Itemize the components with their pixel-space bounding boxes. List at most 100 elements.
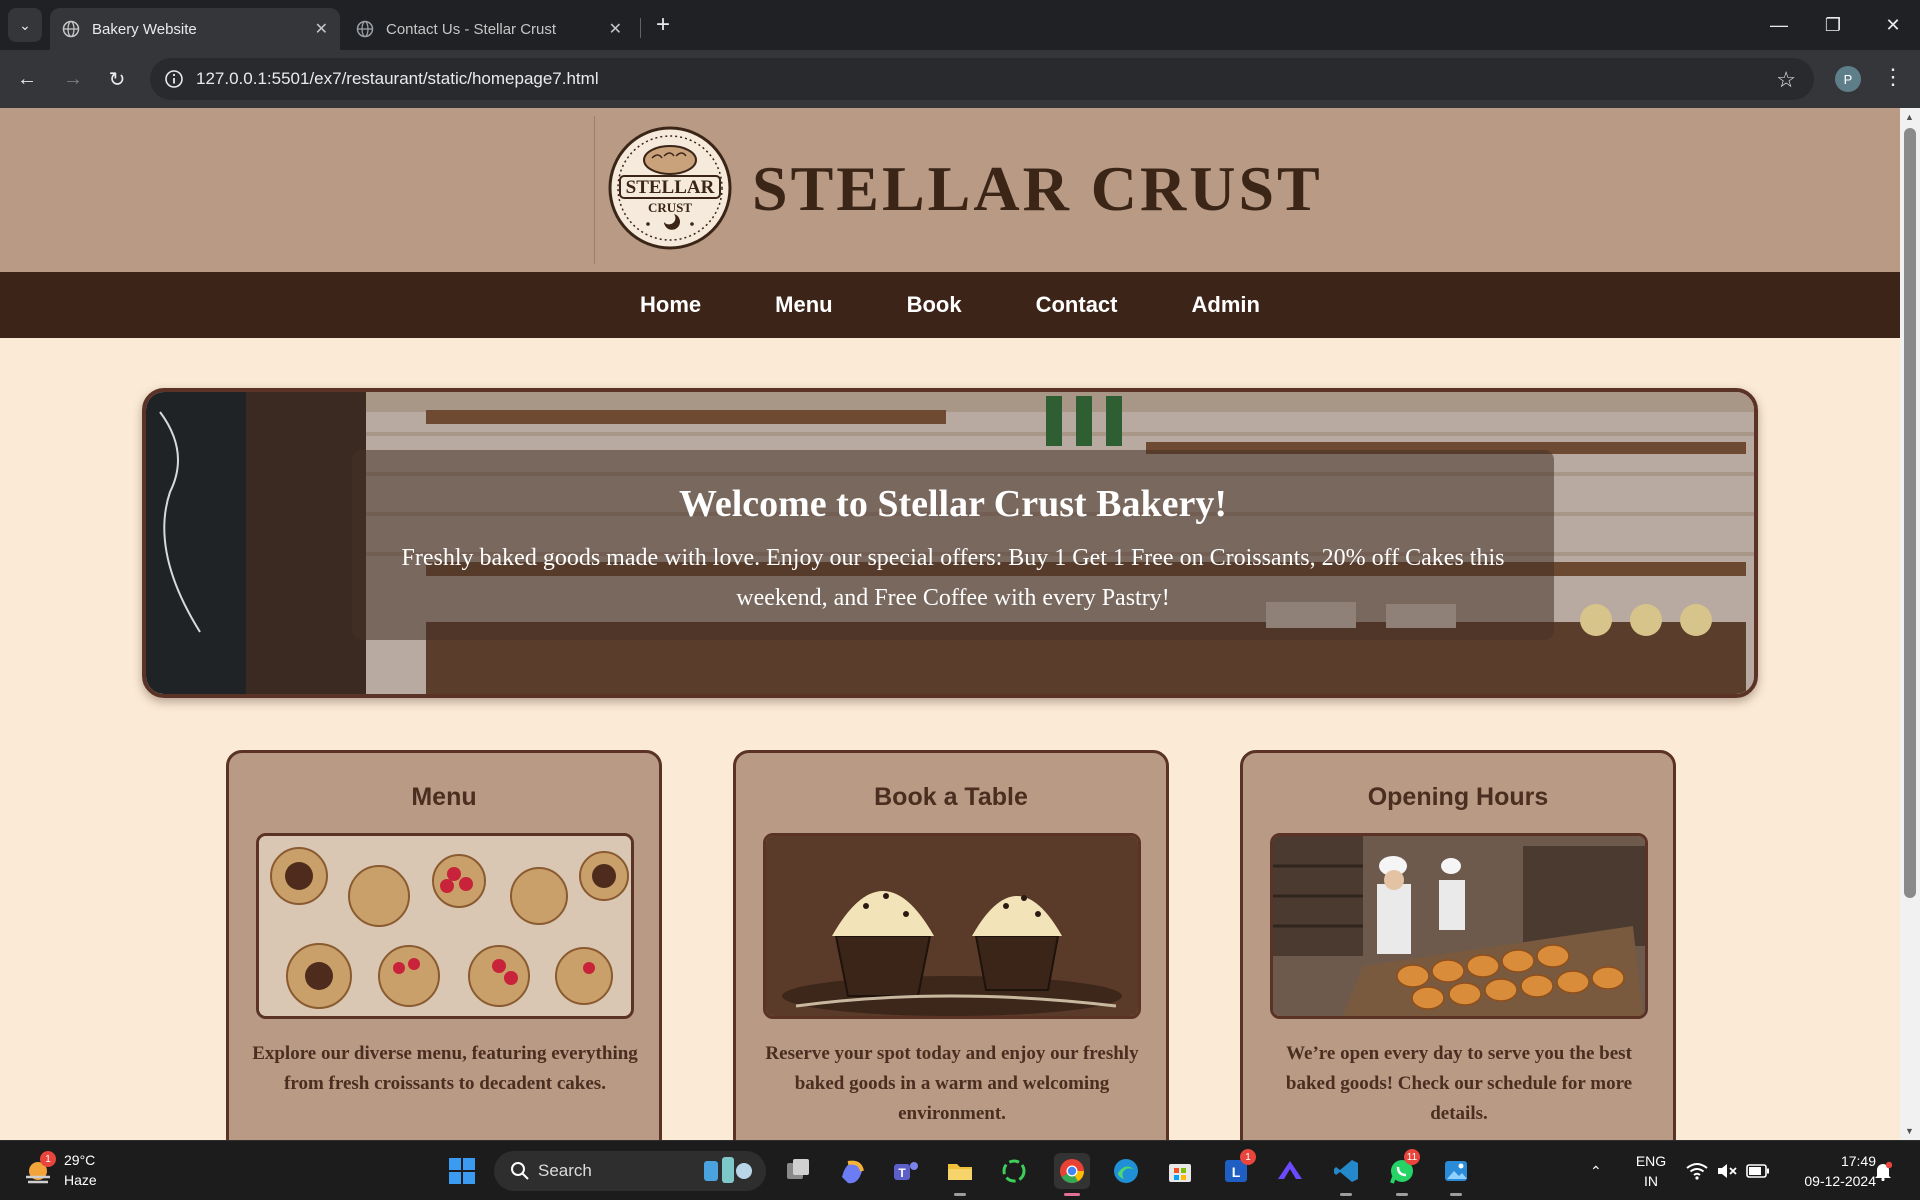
tab-separator — [640, 18, 641, 38]
clock-date: 09-12-2024 — [1804, 1173, 1876, 1189]
notifications-button[interactable] — [1874, 1141, 1892, 1200]
scroll-down-icon[interactable]: ▼ — [1905, 1126, 1914, 1136]
browser-menu-icon[interactable]: ⋮ — [1882, 64, 1904, 90]
weather-temperature: 29°C — [64, 1152, 96, 1168]
task-view-icon[interactable] — [780, 1153, 816, 1189]
cupcakes-image — [763, 833, 1141, 1019]
weather-badge: 1 — [40, 1151, 56, 1167]
svg-text:L: L — [1232, 1164, 1241, 1180]
running-indicator — [1340, 1193, 1352, 1196]
input-language[interactable]: ENG IN — [1634, 1151, 1668, 1191]
chevron-down-icon: ⌄ — [19, 16, 31, 33]
show-hidden-icons[interactable]: ⌃ — [1590, 1141, 1602, 1200]
search-highlight-icon — [704, 1157, 752, 1183]
running-indicator — [1396, 1193, 1408, 1196]
minimize-button[interactable]: — — [1752, 0, 1806, 50]
book-table-card[interactable]: Book a Table Reserve your spot today and… — [733, 750, 1169, 1140]
hero-banner: Welcome to Stellar Crust Bakery! Freshly… — [142, 388, 1758, 698]
region-code: IN — [1644, 1173, 1658, 1189]
start-button[interactable] — [444, 1153, 480, 1189]
tab-title: Bakery Website — [92, 20, 197, 38]
reload-button[interactable]: ↻ — [102, 64, 132, 94]
site-header: STELLAR CRUST STELLAR CRUST — [0, 108, 1900, 272]
arrow-right-icon: → — [63, 67, 83, 90]
scrollbar-thumb[interactable] — [1904, 128, 1916, 898]
site-navigation: Home Menu Book Contact Admin — [0, 272, 1900, 338]
copilot-icon[interactable] — [834, 1153, 870, 1189]
vscode-icon[interactable] — [1328, 1153, 1364, 1189]
search-label: Search — [538, 1161, 592, 1180]
tab-title: Contact Us - Stellar Crust — [386, 20, 557, 38]
taskbar-search[interactable]: Search — [494, 1151, 766, 1191]
app-ring-icon[interactable] — [996, 1153, 1032, 1189]
chrome-icon[interactable] — [1054, 1153, 1090, 1189]
running-indicator — [954, 1193, 966, 1196]
page-scrollbar[interactable]: ▲ ▼ — [1900, 108, 1920, 1140]
chevron-up-icon: ⌃ — [1590, 1162, 1602, 1179]
pastries-image — [256, 833, 634, 1019]
clock-time: 17:49 — [1840, 1153, 1876, 1169]
window-close-button[interactable]: ✕ — [1866, 0, 1920, 50]
header-divider — [594, 116, 595, 264]
bookmark-star-icon[interactable]: ☆ — [1776, 67, 1796, 93]
menu-card[interactable]: Menu Explore our diverse menu, featuring… — [226, 750, 662, 1140]
new-tab-button[interactable]: + — [650, 11, 676, 38]
photos-icon[interactable] — [1438, 1153, 1474, 1189]
search-icon — [511, 1162, 529, 1180]
stellar-crust-logo: STELLAR CRUST — [608, 126, 732, 250]
opening-hours-card[interactable]: Opening Hours We’re open every day to se… — [1240, 750, 1676, 1140]
battery-icon — [1746, 1164, 1769, 1178]
weather-condition: Haze — [64, 1172, 97, 1188]
profile-avatar[interactable]: P — [1835, 66, 1861, 92]
windows-logo-icon — [449, 1158, 475, 1184]
card-text: Explore our diverse menu, featuring ever… — [252, 1043, 638, 1094]
hero-overlay: Welcome to Stellar Crust Bakery! Freshly… — [352, 450, 1554, 640]
forward-button[interactable]: → — [58, 64, 88, 94]
scroll-up-icon[interactable]: ▲ — [1905, 112, 1914, 122]
nav-home[interactable]: Home — [640, 292, 701, 318]
card-text: We’re open every day to serve you the be… — [1285, 1043, 1633, 1124]
brand-name: STELLAR CRUST — [752, 153, 1323, 224]
bakers-image — [1270, 833, 1648, 1019]
globe-icon — [62, 20, 80, 38]
nav-contact[interactable]: Contact — [1036, 292, 1118, 318]
svg-text:T: T — [898, 1166, 906, 1180]
language-code: ENG — [1635, 1153, 1667, 1169]
tab-bakery-website[interactable]: Bakery Website ✕ — [50, 8, 340, 50]
page-viewport: STELLAR CRUST STELLAR CRUST Home Menu Bo… — [0, 108, 1900, 1140]
address-bar[interactable]: 127.0.0.1:5501/ex7/restaurant/static/hom… — [150, 58, 1814, 100]
url-text: 127.0.0.1:5501/ex7/restaurant/static/hom… — [196, 69, 599, 88]
globe-icon — [356, 20, 374, 38]
tab-search-button[interactable]: ⌄ — [8, 8, 42, 42]
browser-toolbar: ← → ↻ 127.0.0.1:5501/ex7/restaurant/stat… — [0, 50, 1920, 108]
quick-settings[interactable] — [1686, 1141, 1770, 1200]
windows-taskbar: 1 29°C Haze Search T L 1 11 ⌃ ENG IN 17:… — [0, 1140, 1920, 1200]
card-title: Menu — [411, 783, 477, 811]
nav-admin[interactable]: Admin — [1192, 292, 1260, 318]
volume-muted-icon — [1718, 1164, 1737, 1178]
restore-button[interactable]: ❐ — [1806, 0, 1860, 50]
card-title: Book a Table — [874, 783, 1028, 811]
microsoft-store-icon[interactable] — [1162, 1153, 1198, 1189]
edge-icon[interactable] — [1108, 1153, 1144, 1189]
close-icon[interactable]: ✕ — [609, 19, 622, 39]
reload-icon: ↻ — [108, 68, 126, 91]
proton-vpn-icon[interactable] — [1272, 1153, 1308, 1189]
outlook-badge: 1 — [1240, 1149, 1256, 1165]
wifi-icon — [1686, 1163, 1708, 1180]
bell-icon — [1875, 1161, 1892, 1181]
close-icon[interactable]: ✕ — [315, 19, 328, 39]
file-explorer-icon[interactable] — [942, 1153, 978, 1189]
site-info-icon[interactable] — [154, 59, 194, 99]
nav-book[interactable]: Book — [907, 292, 962, 318]
teams-icon[interactable]: T — [888, 1153, 924, 1189]
card-text: Reserve your spot today and enjoy our fr… — [765, 1043, 1139, 1124]
logo-text-bottom: CRUST — [648, 200, 692, 215]
system-clock[interactable]: 17:49 09-12-2024 — [1780, 1151, 1876, 1191]
tab-contact-us[interactable]: Contact Us - Stellar Crust ✕ — [344, 8, 634, 50]
hero-text: Freshly baked goods made with love. Enjo… — [401, 545, 1505, 611]
nav-menu[interactable]: Menu — [775, 292, 832, 318]
arrow-left-icon: ← — [17, 67, 37, 90]
active-app-indicator — [1064, 1193, 1080, 1196]
back-button[interactable]: ← — [12, 64, 42, 94]
